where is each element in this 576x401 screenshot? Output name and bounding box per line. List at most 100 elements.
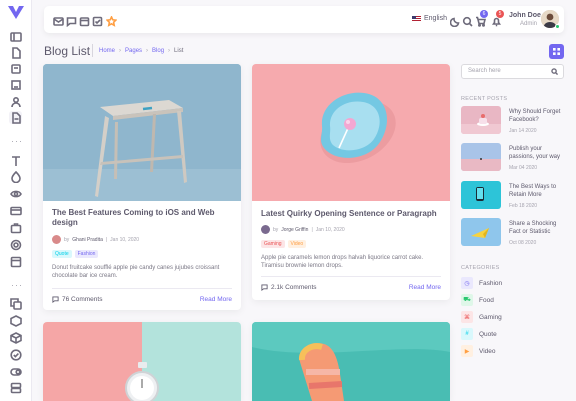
chevron-right-icon: › xyxy=(168,47,171,54)
briefcase-icon[interactable] xyxy=(9,221,22,234)
layout-icon[interactable] xyxy=(9,255,22,268)
package-icon[interactable] xyxy=(9,331,22,344)
breadcrumb-current: List xyxy=(174,47,184,54)
category-label: Fashion xyxy=(479,279,503,287)
breadcrumb-blog[interactable]: Blog xyxy=(152,48,164,54)
toggle-icon[interactable] xyxy=(9,365,22,378)
user-role: Admin xyxy=(520,21,538,27)
author-prefix: by xyxy=(273,226,279,233)
read-more-link[interactable]: Read More xyxy=(409,284,441,291)
server-icon[interactable] xyxy=(9,381,22,394)
cart-count-badge: 6 xyxy=(480,10,488,18)
tag-badge[interactable]: Fashion xyxy=(74,250,99,258)
category-item[interactable]: ◷ Fashion xyxy=(461,277,502,289)
droplet-icon[interactable] xyxy=(9,170,22,183)
user-icon[interactable] xyxy=(9,95,22,108)
recent-post-thumbnail[interactable] xyxy=(461,218,501,246)
recent-post-item[interactable]: The Best Ways to Retain More Feb 18 2020 xyxy=(461,181,564,209)
eye-icon[interactable] xyxy=(9,187,22,200)
blog-card-footer: 2.1k Comments Read More xyxy=(261,276,441,297)
pages-icon[interactable] xyxy=(9,111,22,124)
notification-count-badge: 5 xyxy=(496,10,504,18)
file-icon[interactable] xyxy=(9,46,22,59)
blog-card-image[interactable] xyxy=(43,322,241,401)
search-icon[interactable] xyxy=(462,14,473,27)
copy-icon[interactable] xyxy=(9,297,22,310)
chevron-right-icon: › xyxy=(119,47,122,54)
category-item[interactable]: ⌘ Gaming xyxy=(461,311,502,323)
settings-icon[interactable] xyxy=(9,238,22,251)
recent-post-title[interactable]: Share a Shocking Fact or Statistic xyxy=(509,220,567,236)
blog-search-input[interactable]: Search here xyxy=(461,64,564,79)
recent-post-thumbnail[interactable] xyxy=(461,143,501,171)
recent-post-title[interactable]: Publish your passions, your way xyxy=(509,145,567,161)
breadcrumb-home[interactable]: Home xyxy=(99,48,115,54)
author-avatar xyxy=(52,235,61,244)
home-icon[interactable] xyxy=(9,30,22,43)
blog-card: The Best Features Coming to iOS and Web … xyxy=(43,64,241,310)
blog-card xyxy=(43,322,241,401)
recent-post-date: Feb 18 2020 xyxy=(509,203,538,209)
comments-link[interactable]: 2.1k Comments xyxy=(261,284,317,291)
tag-badge[interactable]: Quote xyxy=(52,250,72,258)
recent-post-date: Oct 08 2020 xyxy=(509,240,537,246)
bill-icon[interactable] xyxy=(9,78,22,91)
tag-list: Quote Fashion xyxy=(52,250,232,258)
type-icon[interactable] xyxy=(9,154,22,167)
breadcrumb-pages[interactable]: Pages xyxy=(125,48,142,54)
tag-list: Gaming Video xyxy=(261,240,441,248)
save-icon[interactable] xyxy=(9,62,22,75)
blog-card-footer: 76 Comments Read More xyxy=(52,288,232,309)
author-name[interactable]: Jorge Griffin xyxy=(281,227,308,233)
breadcrumb: Home › Pages › Blog › List xyxy=(92,44,183,57)
credit-card-icon[interactable] xyxy=(9,204,22,217)
language-label: English xyxy=(424,15,447,22)
chat-icon[interactable] xyxy=(66,14,77,28)
recent-post-item[interactable]: Why Should Forget Facebook? Jan 14 2020 xyxy=(461,106,564,134)
post-date: Jan 10, 2020 xyxy=(110,236,140,243)
hash-icon: # xyxy=(461,328,473,340)
page-title: Blog List xyxy=(44,44,91,58)
recent-post-title[interactable]: The Best Ways to Retain More xyxy=(509,183,567,199)
recent-post-thumbnail[interactable] xyxy=(461,181,501,209)
recent-post-item[interactable]: Share a Shocking Fact or Statistic Oct 0… xyxy=(461,218,564,246)
author-prefix: by xyxy=(64,236,70,243)
tag-badge[interactable]: Video xyxy=(287,240,307,248)
language-dropdown[interactable]: English xyxy=(412,15,447,22)
author-name[interactable]: Ghani Pradita xyxy=(72,237,103,243)
section-divider-icon: ··· xyxy=(11,280,23,290)
recent-post-item[interactable]: Publish your passions, your way Mar 04 2… xyxy=(461,143,564,171)
check-circle-icon[interactable] xyxy=(9,348,22,361)
blog-card-image[interactable] xyxy=(252,322,450,401)
blog-card-meta: by Jorge Griffin | Jan 10, 2020 xyxy=(261,225,441,234)
tag-badge[interactable]: Gaming xyxy=(261,240,285,248)
brand-logo[interactable] xyxy=(8,6,24,20)
blog-card xyxy=(252,322,450,401)
grid-menu-button[interactable] xyxy=(549,44,564,59)
category-label: Gaming xyxy=(479,313,502,321)
checkbox-icon[interactable] xyxy=(92,14,103,27)
recent-post-title[interactable]: Why Should Forget Facebook? xyxy=(509,108,567,124)
categories-heading: CATEGORIES xyxy=(461,265,500,271)
chevron-right-icon: › xyxy=(146,47,149,54)
calendar-icon[interactable] xyxy=(79,14,90,27)
read-more-link[interactable]: Read More xyxy=(200,296,232,303)
blog-card-image[interactable] xyxy=(252,64,450,201)
comments-link[interactable]: 76 Comments xyxy=(52,296,102,303)
blog-card-image[interactable] xyxy=(43,64,241,201)
category-item[interactable]: # Quote xyxy=(461,328,497,340)
box-icon[interactable] xyxy=(9,314,22,327)
search-icon[interactable] xyxy=(551,68,558,75)
moon-icon[interactable] xyxy=(449,14,461,28)
blog-card: Latest Quirky Opening Sentence or Paragr… xyxy=(252,64,450,300)
blog-card-title[interactable]: Latest Quirky Opening Sentence or Paragr… xyxy=(261,209,441,219)
category-item[interactable]: ▶ Video xyxy=(461,345,496,357)
recent-post-thumbnail[interactable] xyxy=(461,106,501,134)
blog-card-title[interactable]: The Best Features Coming to iOS and Web … xyxy=(52,208,232,228)
search-placeholder: Search here xyxy=(468,68,501,74)
category-item[interactable]: ⛟ Food xyxy=(461,294,494,306)
star-icon[interactable] xyxy=(105,14,118,27)
command-icon: ⌘ xyxy=(461,311,473,323)
mail-icon[interactable] xyxy=(53,14,64,26)
blog-card-meta: by Ghani Pradita | Jan 10, 2020 xyxy=(52,235,232,244)
